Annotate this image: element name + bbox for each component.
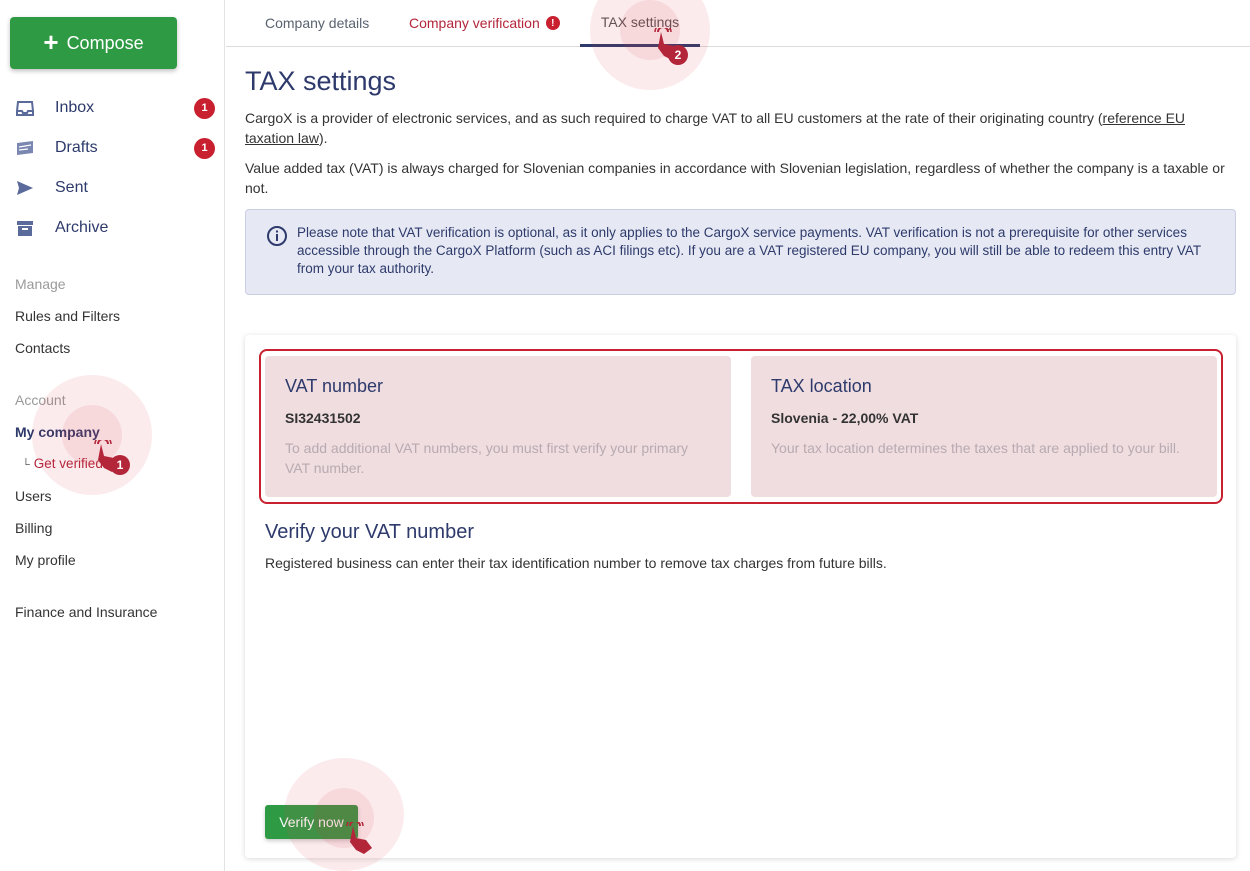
info-icon <box>267 226 287 246</box>
tax-location-description: Your tax location determines the taxes t… <box>771 440 1180 456</box>
alert-icon: ! <box>545 16 560 30</box>
sidebar-item-sent[interactable]: Sent <box>0 170 224 206</box>
page-title: TAX settings <box>245 66 397 96</box>
inbox-icon <box>16 101 34 116</box>
sidebar-link-rules-and-filters[interactable]: Rules and Filters <box>15 308 120 324</box>
info-text: Please note that VAT verification is opt… <box>297 225 1201 276</box>
tax-location-value: Slovenia - 22,00% VAT <box>771 410 919 426</box>
tax-location-panel: TAX location Slovenia - 22,00% VAT Your … <box>751 356 1217 497</box>
intro-end: ). <box>318 130 328 146</box>
sidebar-item-label: Sent <box>55 179 88 196</box>
vat-number-value: SI32431502 <box>285 410 361 426</box>
sidebar-link-my-profile[interactable]: My profile <box>15 552 76 568</box>
sidebar-link-users[interactable]: Users <box>15 488 52 504</box>
plus-icon: + <box>43 27 59 57</box>
tree-corner-icon: └ <box>22 459 30 471</box>
sidebar-item-label: Drafts <box>55 139 98 156</box>
tax-location-heading: TAX location <box>771 376 872 396</box>
verify-vat-description: Registered business can enter their tax … <box>265 555 887 571</box>
manage-section-label: Manage <box>15 276 66 292</box>
sidebar-item-drafts[interactable]: Drafts 1 <box>0 130 224 166</box>
sidebar-link-billing[interactable]: Billing <box>15 520 52 536</box>
tab-bar: Company details Company verification ! T… <box>226 0 1250 47</box>
sidebar-item-label: Inbox <box>55 99 95 116</box>
tab-label: Company details <box>265 15 370 31</box>
tab-company-details[interactable]: Company details <box>265 0 369 46</box>
intro-paragraph: CargoX is a provider of electronic servi… <box>245 108 1235 148</box>
verify-vat-title: Verify your VAT number <box>265 521 474 543</box>
vat-number-description: To add additional VAT numbers, you must … <box>285 440 689 476</box>
archive-icon <box>17 221 33 236</box>
info-notice: Please note that VAT verification is opt… <box>245 209 1236 295</box>
click-hint-ring <box>32 375 152 495</box>
sidebar-item-archive[interactable]: Archive <box>0 210 224 246</box>
pointer-hand-icon <box>346 822 372 854</box>
step-number-badge: 1 <box>110 455 130 475</box>
vat-paragraph: Value added tax (VAT) is always charged … <box>245 160 1225 196</box>
compose-label: Compose <box>66 32 144 53</box>
sidebar-item-label: Archive <box>55 219 109 236</box>
sent-icon <box>17 181 33 195</box>
vat-number-panel: VAT number SI32431502 To add additional … <box>265 356 731 497</box>
sidebar-item-inbox[interactable]: Inbox 1 <box>0 90 224 126</box>
sidebar-link-finance-and-insurance[interactable]: Finance and Insurance <box>15 604 157 620</box>
drafts-icon <box>17 141 33 155</box>
tab-company-verification[interactable]: Company verification ! <box>409 0 560 46</box>
tab-label: Company verification <box>409 15 540 31</box>
vat-number-heading: VAT number <box>285 376 384 396</box>
unread-badge: 1 <box>194 137 215 159</box>
unread-badge: 1 <box>194 97 215 119</box>
step-number-badge: 2 <box>668 45 688 65</box>
sidebar-link-contacts[interactable]: Contacts <box>15 340 70 356</box>
intro-text: CargoX is a provider of electronic servi… <box>245 110 1103 126</box>
compose-button[interactable]: + Compose <box>10 17 177 69</box>
